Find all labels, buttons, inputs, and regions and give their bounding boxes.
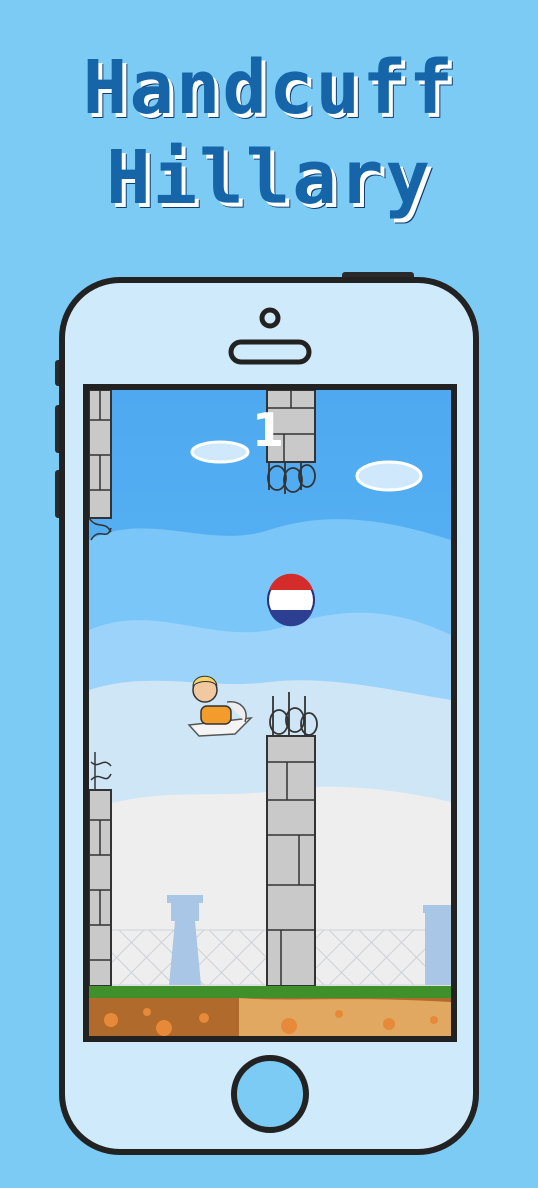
pillar-center-bottom: [266, 692, 318, 987]
ground-grass: [89, 986, 451, 998]
home-button: [231, 1055, 309, 1133]
pillar-left-top: [89, 390, 112, 541]
cloud-left: [190, 440, 250, 464]
netherlands-flag-coin: [267, 573, 315, 627]
game-screen[interactable]: [89, 390, 451, 1036]
watchtower-right: [423, 905, 451, 985]
cloud-right: [355, 460, 423, 492]
score-counter: 1: [251, 403, 284, 457]
